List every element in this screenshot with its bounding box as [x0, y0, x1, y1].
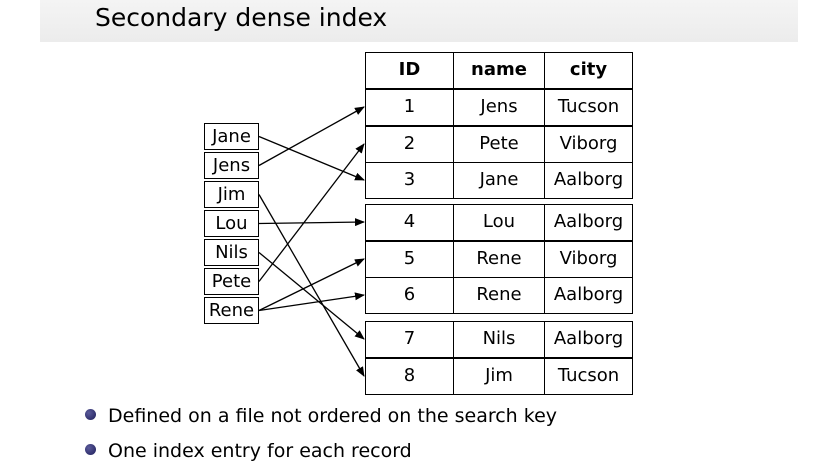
pointer-arrow-jane-to-3: [258, 135, 365, 181]
pointer-arrow-nils-to-7: [258, 251, 365, 340]
bullet-item-2: One index entry for each record: [85, 440, 412, 462]
bullet-item-1: Defined on a file not ordered on the sea…: [85, 405, 557, 427]
bullet-text: Defined on a file not ordered on the sea…: [108, 405, 558, 427]
pointer-arrows: [258, 106, 365, 377]
bullet-icon: [85, 444, 96, 455]
pointer-arrow-pete-to-2: [258, 143, 365, 282]
bullet-text: One index entry for each record: [108, 440, 412, 462]
bullet-icon: [85, 409, 96, 420]
pointer-arrow-jens-to-1: [258, 106, 365, 167]
